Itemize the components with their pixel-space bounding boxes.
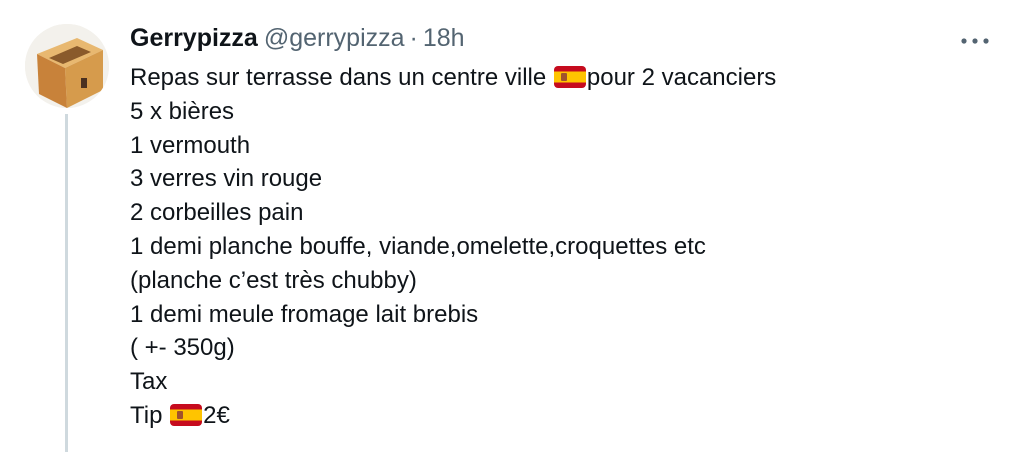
spain-flag-icon [553,66,586,88]
spain-flag-icon [170,403,203,426]
tweet-line: Repas sur terrasse dans un centre ville … [130,64,777,91]
tweet[interactable]: Gerrypizza @gerrypizza · 18h Repas sur t… [0,0,1024,452]
timestamp[interactable]: 18h [423,24,465,53]
tweet-line: 1 vermouth [130,131,251,159]
tweet-line: (planche c’est très chubby) [130,266,417,294]
tweet-line: 2 corbeilles pain [130,199,304,227]
header-separator: · [409,24,418,52]
tweet-line: ( +- 350g) [130,334,235,362]
display-name[interactable]: Gerrypizza [130,24,258,53]
user-handle[interactable]: @gerrypizza [264,24,405,53]
tweet-line: 5 x bières [130,97,235,125]
tweet-line: 3 verres vin rouge [130,165,323,193]
tweet-line: Tax [130,368,168,396]
tweet-line: 1 demi planche bouffe, viande,omelette,c… [130,232,706,260]
avatar[interactable] [25,24,109,108]
more-horizontal-icon [961,38,989,44]
tweet-line: 1 demi meule fromage lait brebis [130,300,479,328]
cardboard-box-avatar-icon [25,24,109,108]
more-options-button[interactable] [955,26,995,56]
tweet-line: Tip 2€ [130,401,230,429]
tweet-header: Gerrypizza @gerrypizza · 18h [130,24,465,54]
thread-line [65,114,68,452]
tweet-body: Repas sur terrasse dans un centre ville … [130,61,1000,433]
